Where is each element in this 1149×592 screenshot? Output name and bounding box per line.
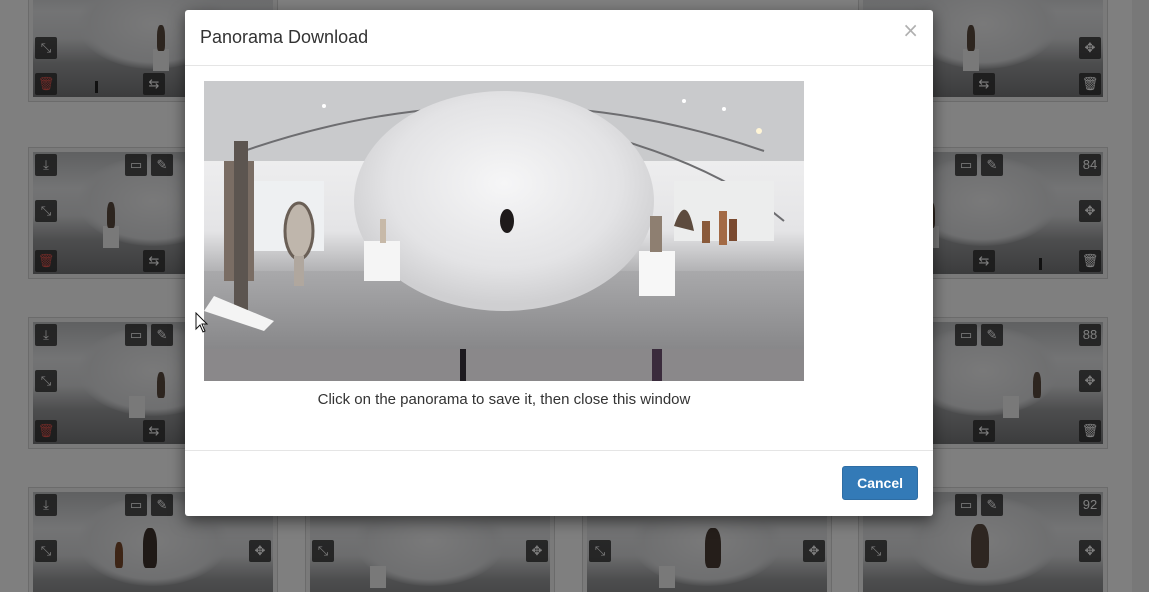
cancel-button[interactable]: Cancel [842,466,918,500]
dialog-body: Click on the panorama to save it, then c… [185,66,933,451]
dialog-header: Panorama Download × [185,10,933,66]
close-icon[interactable]: × [902,20,919,40]
dialog-instruction-text: Click on the panorama to save it, then c… [317,391,691,408]
dialog-footer: Cancel [185,451,933,515]
panorama-illustration[interactable] [204,81,804,381]
dialog-title: Panorama Download [200,27,369,47]
panorama-download-dialog: Panorama Download × Click on the panoram… [185,10,933,516]
panorama-image[interactable] [204,81,804,381]
mouse-cursor-icon [195,312,209,333]
